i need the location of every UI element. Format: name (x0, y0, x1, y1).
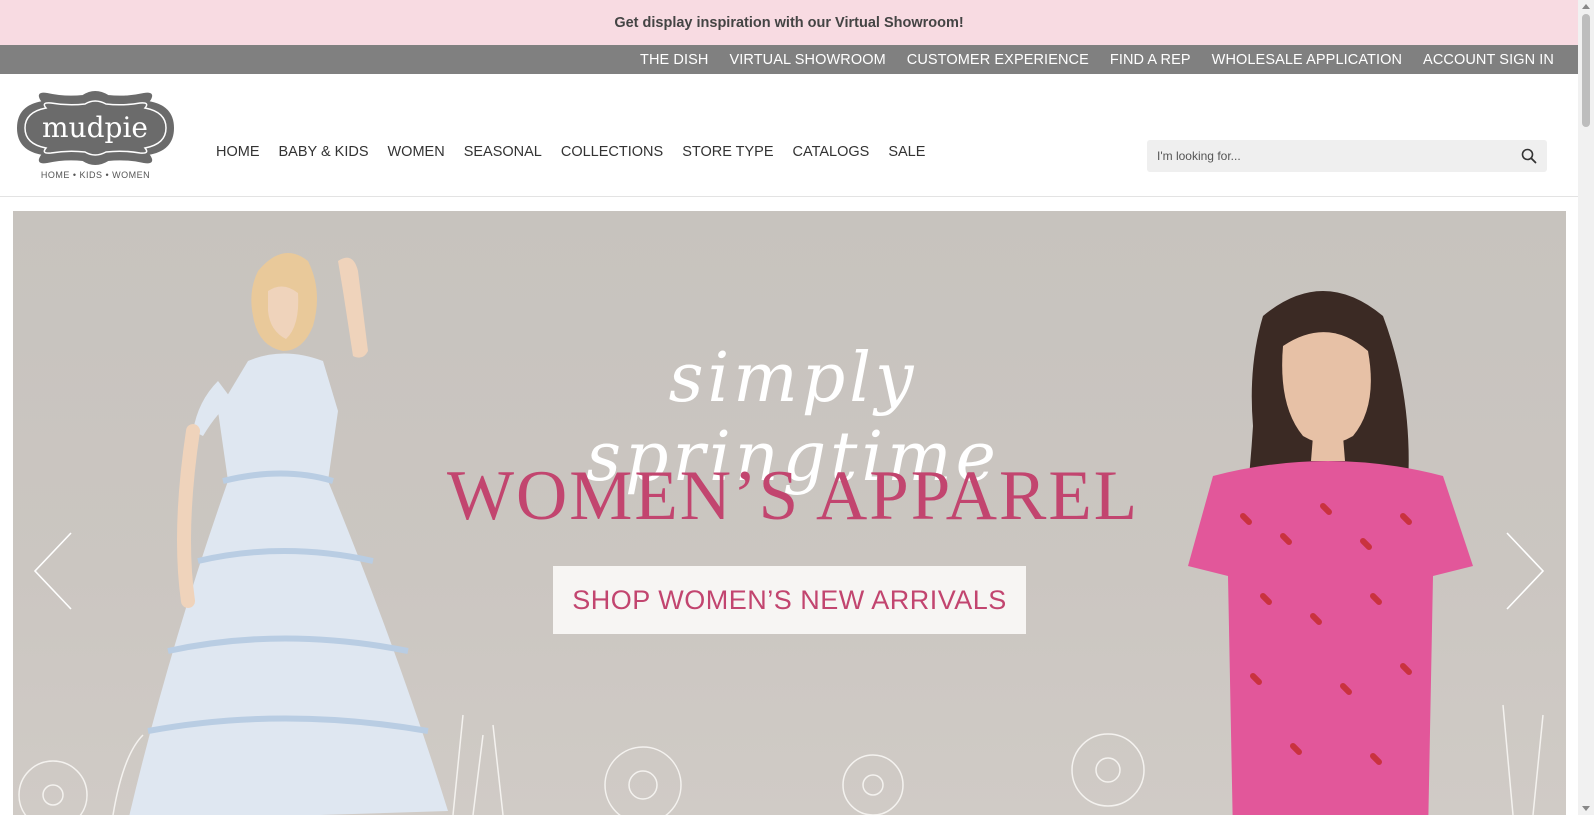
hero-banner: simply springtime WOMEN’S APPAREL SHOP W… (13, 211, 1566, 815)
scrollbar-thumb[interactable] (1582, 14, 1590, 127)
scroll-up-arrow[interactable] (1582, 4, 1590, 9)
site-header: mudpie HOME • KIDS • WOMEN HOME BABY & K… (0, 74, 1578, 197)
logo-tagline: HOME • KIDS • WOMEN (40, 170, 151, 180)
nav-item-collections[interactable]: COLLECTIONS (561, 144, 663, 160)
search-input[interactable] (1157, 149, 1521, 163)
util-link-the-dish[interactable]: THE DISH (640, 52, 708, 68)
nav-item-baby-kids[interactable]: BABY & KIDS (279, 144, 369, 160)
nav-item-sale[interactable]: SALE (888, 144, 925, 160)
shop-new-arrivals-button[interactable]: SHOP WOMEN’S NEW ARRIVALS (553, 566, 1026, 634)
hero-headline: WOMEN’S APPAREL (446, 457, 1140, 535)
util-link-find-a-rep[interactable]: FIND A REP (1110, 52, 1191, 68)
scroll-down-arrow[interactable] (1582, 806, 1590, 811)
nav-item-women[interactable]: WOMEN (388, 144, 445, 160)
chevron-right-icon[interactable] (1503, 531, 1547, 611)
search-box (1147, 140, 1547, 172)
logo-wordmark: mudpie (42, 111, 148, 144)
nav-item-store-type[interactable]: STORE TYPE (682, 144, 773, 160)
flower-illustration (18, 704, 1544, 815)
nav-item-home[interactable]: HOME (216, 144, 260, 160)
page-scrollbar[interactable] (1578, 0, 1594, 815)
util-link-wholesale-application[interactable]: WHOLESALE APPLICATION (1212, 52, 1402, 68)
util-link-virtual-showroom[interactable]: VIRTUAL SHOWROOM (729, 52, 885, 68)
logo-badge: mudpie (16, 91, 175, 165)
util-link-customer-experience[interactable]: CUSTOMER EXPERIENCE (907, 52, 1089, 68)
utility-nav: THE DISH VIRTUAL SHOWROOM CUSTOMER EXPER… (0, 45, 1578, 74)
chevron-left-icon[interactable] (31, 531, 75, 611)
search-icon[interactable] (1521, 148, 1537, 164)
promo-banner: Get display inspiration with our Virtual… (0, 0, 1578, 45)
nav-item-seasonal[interactable]: SEASONAL (464, 144, 542, 160)
main-nav: HOME BABY & KIDS WOMEN SEASONAL COLLECTI… (216, 144, 944, 160)
util-link-account-sign-in[interactable]: ACCOUNT SIGN IN (1423, 52, 1554, 68)
nav-item-catalogs[interactable]: CATALOGS (793, 144, 870, 160)
promo-link[interactable]: Get display inspiration with our Virtual… (614, 15, 963, 31)
site-logo[interactable]: mudpie HOME • KIDS • WOMEN (13, 88, 178, 180)
